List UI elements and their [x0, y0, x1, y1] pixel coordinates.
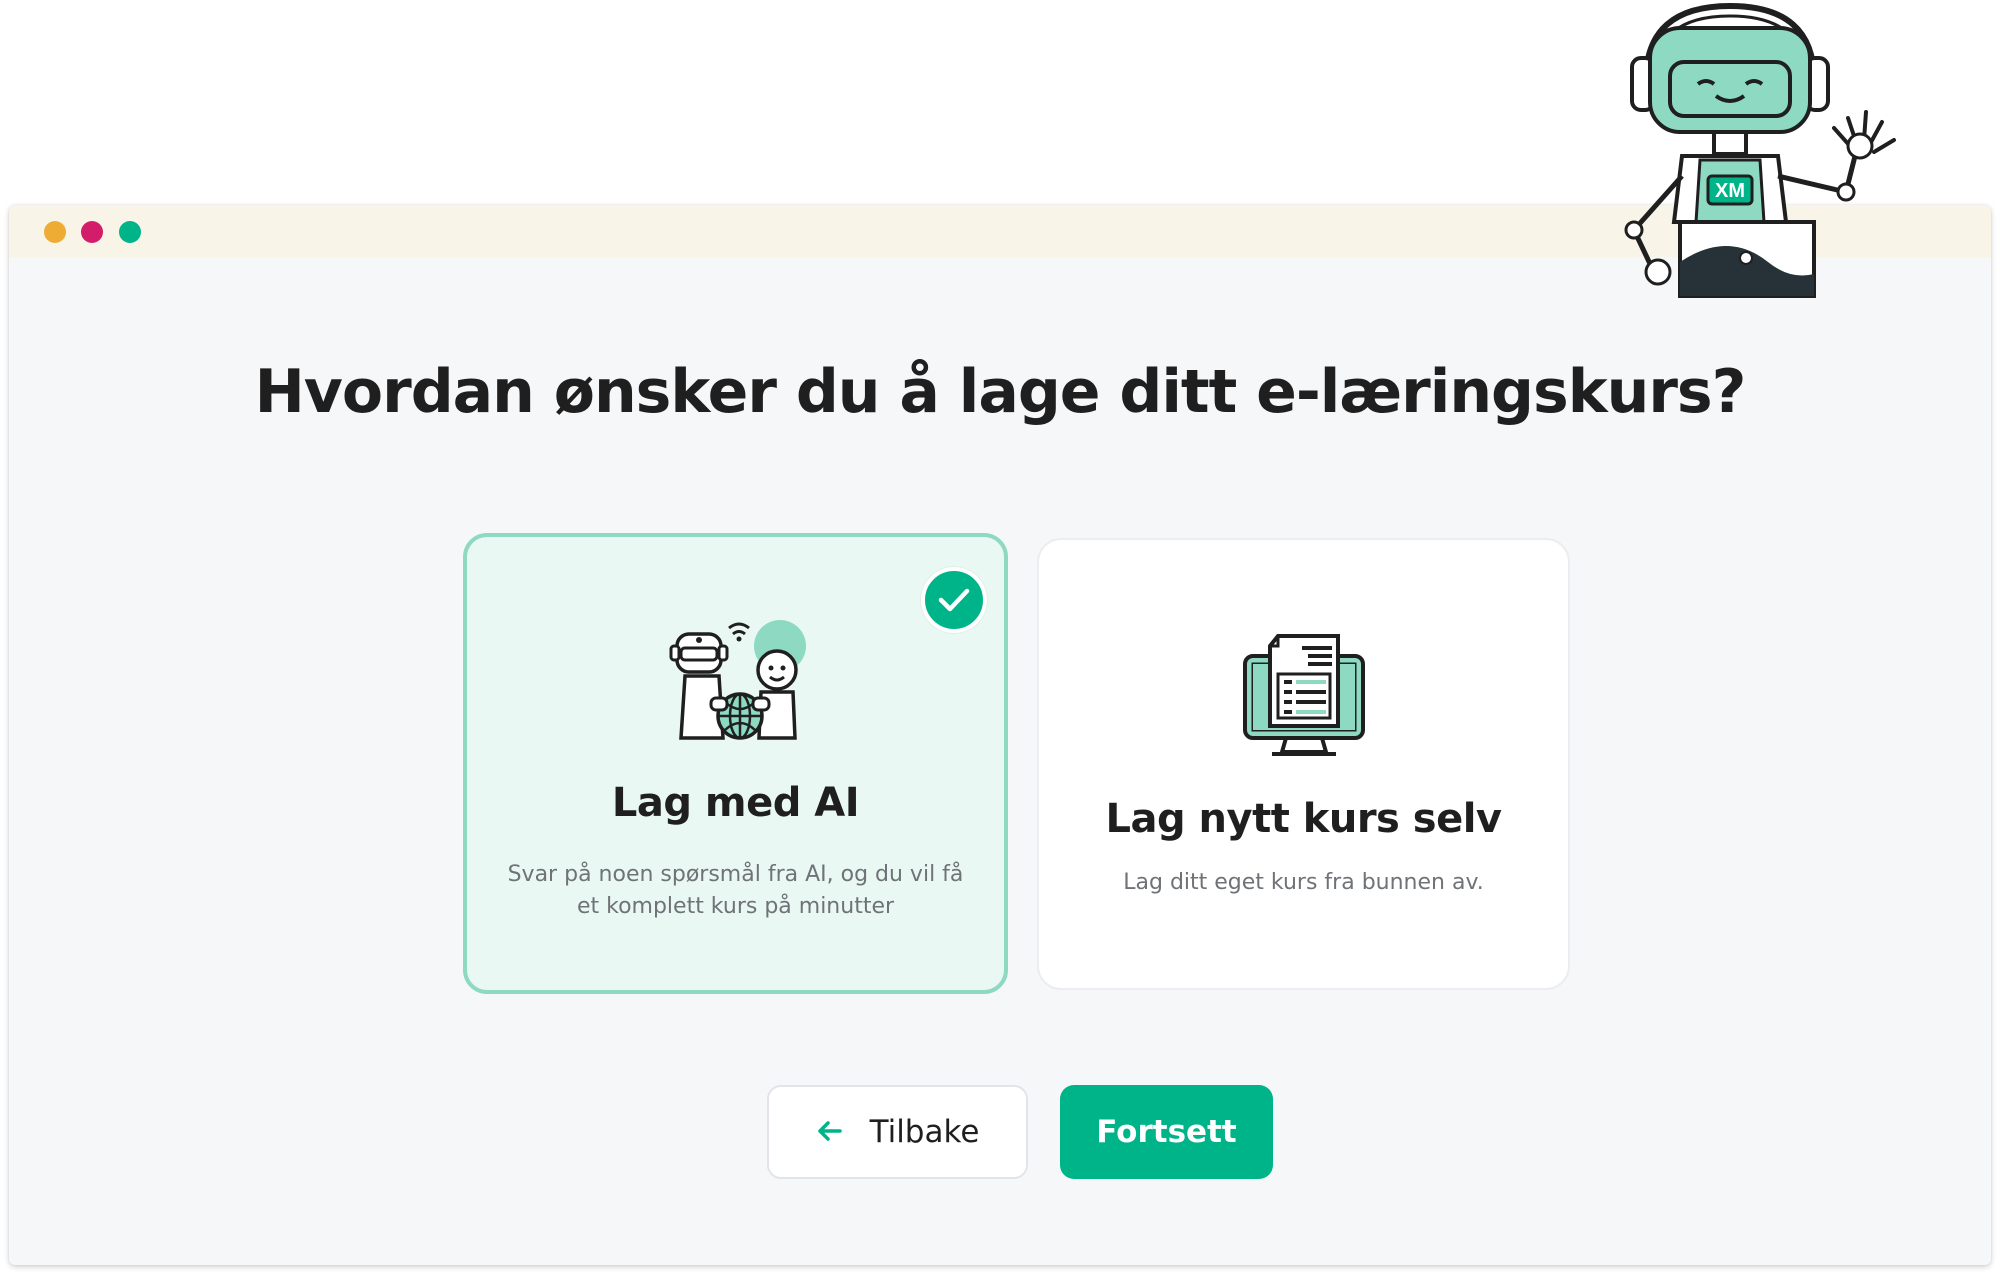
option-title: Lag nytt kurs selv	[1105, 796, 1502, 842]
continue-button-label: Fortsett	[1096, 1114, 1237, 1150]
back-button[interactable]: Tilbake	[767, 1085, 1028, 1179]
option-card-ai[interactable]: Lag med AI Svar på noen spørsmål fra AI,…	[463, 533, 1008, 994]
selected-check-icon	[921, 567, 987, 633]
ai-collaboration-icon	[667, 618, 812, 750]
option-card-self[interactable]: Lag nytt kurs selv Lag ditt eget kurs fr…	[1037, 538, 1570, 990]
continue-button[interactable]: Fortsett	[1060, 1085, 1273, 1179]
window-dot-pink[interactable]	[81, 221, 103, 243]
app-window: Hvordan ønsker du å lage ditt e-læringsk…	[9, 205, 1991, 1265]
robot-mascot-icon: XM	[1618, 0, 1908, 309]
arrow-left-icon	[816, 1114, 842, 1150]
back-button-label: Tilbake	[869, 1114, 980, 1150]
option-description: Svar på noen spørsmål fra AI, og du vil …	[507, 862, 964, 919]
page-title: Hvordan ønsker du å lage ditt e-læringsk…	[254, 357, 1747, 427]
option-description: Lag ditt eget kurs fra bunnen av.	[1123, 870, 1484, 895]
option-title: Lag med AI	[611, 780, 860, 826]
window-dot-green[interactable]	[119, 221, 141, 243]
monitor-document-icon	[1242, 634, 1366, 762]
window-dot-orange[interactable]	[44, 221, 66, 243]
mascot-badge-text: XM	[1715, 180, 1745, 202]
